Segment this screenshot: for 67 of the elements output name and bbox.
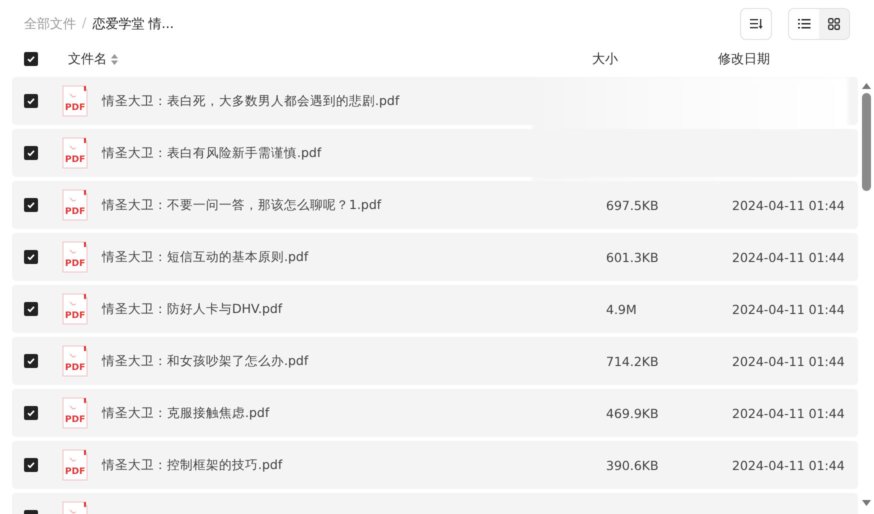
file-name: 情圣大卫：和女孩吵架了怎么办.pdf bbox=[102, 352, 310, 370]
scroll-up-icon[interactable] bbox=[862, 83, 870, 89]
file-name: 情圣大卫：表白有风险新手需谨慎.pdf bbox=[102, 144, 322, 162]
file-name: 情圣大卫：控制框架的技巧.pdf bbox=[102, 456, 284, 474]
sort-button[interactable] bbox=[740, 8, 772, 40]
modified-date: 2024-04-11 01:44 bbox=[732, 302, 846, 316]
column-header: 大小 bbox=[592, 51, 619, 68]
checkbox[interactable] bbox=[24, 198, 38, 212]
sort-lines-icon bbox=[750, 18, 762, 29]
checkbox[interactable] bbox=[24, 52, 38, 66]
pdf-file-icon: PDF bbox=[62, 189, 88, 221]
modified-date: 2024-04-11 01:44 bbox=[732, 250, 846, 264]
pdf-file-icon: PDF bbox=[62, 345, 88, 377]
column-header[interactable]: 文件名 bbox=[68, 50, 107, 68]
checkmark-icon bbox=[26, 54, 36, 64]
checkmark-icon bbox=[26, 408, 36, 418]
modified-date: 2024-04-11 01:44 bbox=[732, 354, 846, 368]
checkmark-icon bbox=[26, 356, 36, 366]
file-name: 情圣大卫：短信互动的基本原则.pdf bbox=[102, 248, 310, 266]
checkbox[interactable] bbox=[24, 354, 38, 368]
sort-icon[interactable] bbox=[111, 54, 118, 64]
file-row[interactable]: PDF 情圣大卫：控制框架的技巧.pdf 390.6KB 2024-04-11 01:44 bbox=[12, 441, 858, 489]
view-toggle[interactable] bbox=[789, 8, 819, 38]
column-header: 修改日期 bbox=[718, 51, 771, 68]
checkmark-icon bbox=[26, 96, 36, 106]
file-row[interactable]: PDF 情圣大卫：表白有风险新手需谨慎.pdf bbox=[12, 129, 858, 177]
checkmark-icon bbox=[26, 304, 36, 314]
scroll-down-icon[interactable] bbox=[862, 500, 870, 506]
pdf-file-icon: PDF bbox=[62, 449, 88, 481]
file-size: 697.5KB bbox=[606, 198, 660, 212]
checkbox[interactable] bbox=[24, 302, 38, 316]
file-name: 情圣大卫：表白死，大多数男人都会遇到的悲剧.pdf bbox=[102, 92, 400, 110]
pdf-file-icon: PDF bbox=[62, 85, 88, 117]
checkbox[interactable] bbox=[24, 406, 38, 420]
file-row[interactable]: PDF 情圣大卫：克服接触焦虑.pdf 469.9KB 2024-04-11 01:44 bbox=[12, 389, 858, 437]
file-name: 情圣大卫：克服接触焦虑.pdf bbox=[102, 404, 270, 422]
breadcrumb-link[interactable]: 恋爱学堂 情... bbox=[92, 14, 174, 32]
modified-date: 2024-04-11 01:44 bbox=[732, 406, 846, 420]
file-size: 390.6KB bbox=[606, 458, 660, 472]
modified-date: 2024-04-11 01:44 bbox=[732, 198, 846, 212]
checkbox[interactable] bbox=[24, 250, 38, 264]
checkmark-icon bbox=[26, 252, 36, 262]
file-row[interactable]: PDF 情圣大卫：不要一问一答，那该怎么聊呢？1.pdf 697.5KB 2024-04-11 01:44 bbox=[12, 181, 858, 229]
checkmark-icon bbox=[26, 148, 36, 158]
file-name: 情圣大卫：不要一问一答，那该怎么聊呢？1.pdf bbox=[102, 196, 382, 214]
checkbox[interactable] bbox=[24, 458, 38, 472]
file-size: 4.9M bbox=[606, 302, 638, 316]
grid-view-icon bbox=[828, 18, 840, 30]
file-size: 469.9KB bbox=[606, 406, 660, 420]
checkbox[interactable] bbox=[24, 146, 38, 160]
checkmark-icon bbox=[26, 200, 36, 210]
breadcrumb-separator: / bbox=[82, 16, 86, 31]
pdf-file-icon: PDF bbox=[62, 241, 88, 273]
scrollbar-thumb[interactable] bbox=[862, 93, 870, 191]
file-row[interactable]: PDF 情圣大卫：短信互动的基本原则.pdf 601.3KB 2024-04-11 01:44 bbox=[12, 233, 858, 281]
pdf-file-icon: PDF bbox=[62, 397, 88, 429]
pdf-file-icon: PDF bbox=[62, 137, 88, 169]
checkmark-icon bbox=[26, 460, 36, 470]
file-row[interactable]: PDF 情圣大卫：和女孩吵架了怎么办.pdf 714.2KB 2024-04-11 01:44 bbox=[12, 337, 858, 385]
file-size: 714.2KB bbox=[606, 354, 660, 368]
file-name: 情圣大卫：防好人卡与DHV.pdf bbox=[102, 300, 284, 318]
file-row[interactable]: PDF 情圣大卫：防好人卡与DHV.pdf 4.9M 2024-04-11 01:44 bbox=[12, 285, 858, 333]
pdf-file-icon: PDF bbox=[62, 293, 88, 325]
checkbox[interactable] bbox=[24, 94, 38, 108]
file-size: 601.3KB bbox=[606, 250, 660, 264]
list-view-icon bbox=[798, 18, 810, 28]
modified-date: 2024-04-11 01:44 bbox=[732, 458, 846, 472]
